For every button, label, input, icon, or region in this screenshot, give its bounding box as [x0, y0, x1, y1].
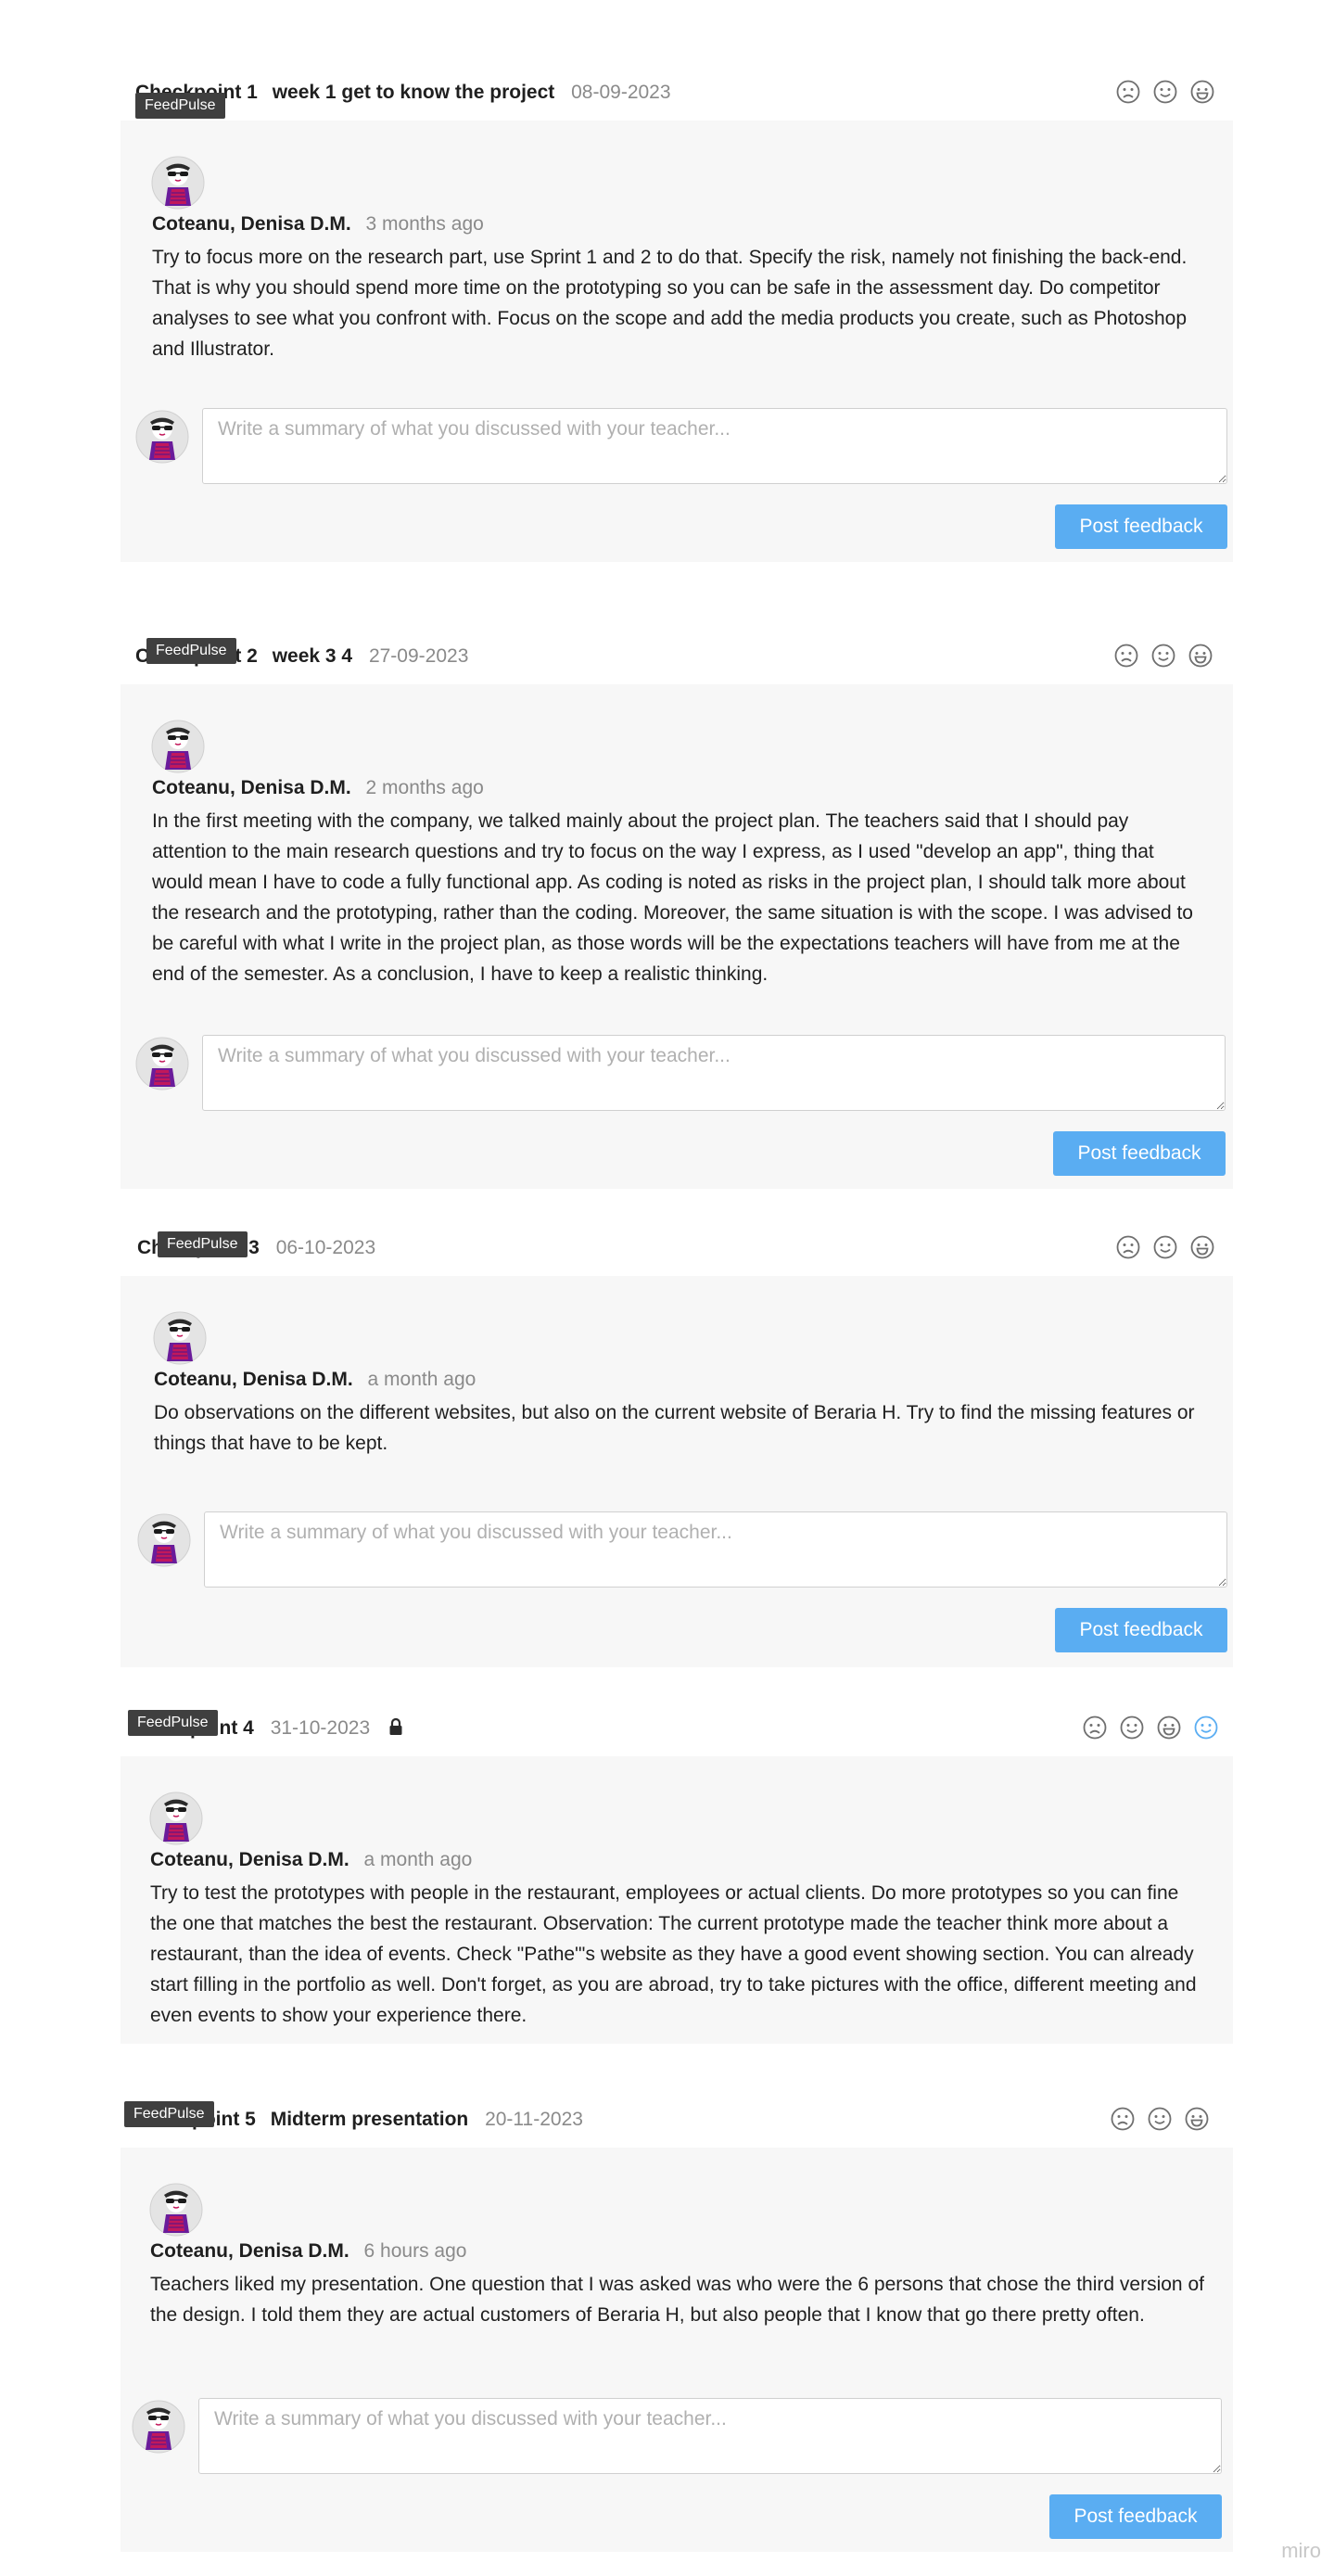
student-avatar-icon [137, 1513, 191, 1567]
checkpoint-date: 31-10-2023 [270, 1717, 371, 1739]
feedback-author: Coteanu, Denisa D.M. 6 hours ago [150, 2240, 466, 2263]
smile-face-icon[interactable] [1151, 644, 1175, 668]
checkpoint-date: 20-11-2023 [485, 2109, 583, 2130]
checkpoint-week: week 1 get to know the project [272, 82, 555, 103]
smile-face-icon[interactable] [1153, 80, 1177, 104]
feedback-text: Teachers liked my presentation. One ques… [150, 2274, 1204, 2326]
smile-face-icon[interactable] [1148, 2107, 1172, 2131]
frown-face-icon[interactable] [1111, 2107, 1135, 2131]
feedpulse-badge: FeedPulse [158, 1231, 248, 1257]
author-name: Coteanu, Denisa D.M. [154, 1369, 353, 1390]
frown-face-icon[interactable] [1083, 1715, 1107, 1740]
student-avatar-icon [132, 2400, 185, 2454]
checkpoint-week: Midterm presentation [270, 2109, 469, 2130]
checkpoint-date: 08-09-2023 [571, 82, 671, 103]
miro-watermark: miro [1281, 2539, 1321, 2562]
selected-smile-face-icon[interactable] [1194, 1715, 1218, 1740]
feedback-time: a month ago [363, 1849, 473, 1870]
feedpulse-badge: FeedPulse [124, 2101, 214, 2127]
feedpulse-badge: FeedPulse [135, 93, 225, 119]
feedback-author: Coteanu, Denisa D.M. a month ago [150, 1849, 472, 1871]
frown-face-icon[interactable] [1116, 1235, 1140, 1259]
grin-face-icon[interactable] [1185, 2107, 1209, 2131]
author-name: Coteanu, Denisa D.M. [152, 213, 351, 235]
lock-icon [389, 1717, 402, 1735]
feedback-card: Coteanu, Denisa D.M. a month ago Do obse… [121, 1276, 1233, 1667]
feedback-time: 2 months ago [365, 777, 484, 798]
post-feedback-button[interactable]: Post feedback [1049, 2494, 1222, 2539]
grin-face-icon[interactable] [1190, 1235, 1214, 1259]
rating-faces [1114, 644, 1213, 668]
checkpoint-section-4: Checkpoint 4 31-10-2023 FeedPulse Cotean… [121, 1701, 1233, 2044]
summary-input[interactable] [204, 1511, 1227, 1588]
checkpoint-date: 27-09-2023 [368, 645, 469, 667]
grin-face-icon[interactable] [1190, 80, 1214, 104]
checkpoint-section-3: Checkpoint 3 06-10-2023 FeedPulse Cotean… [121, 1220, 1233, 1667]
teacher-avatar-icon [153, 1311, 207, 1365]
feedback-author: Coteanu, Denisa D.M. 2 months ago [152, 777, 484, 799]
feedback-card: Coteanu, Denisa D.M. 3 months ago Try to… [121, 121, 1233, 562]
checkpoint-date: 06-10-2023 [275, 1237, 376, 1258]
teacher-avatar-icon [149, 2183, 203, 2237]
checkpoint-section-1: Checkpoint 1 week 1 get to know the proj… [121, 65, 1233, 562]
post-feedback-button[interactable]: Post feedback [1055, 1608, 1227, 1652]
grin-face-icon[interactable] [1157, 1715, 1181, 1740]
rating-faces [1083, 1715, 1218, 1740]
checkpoint-section-2: Checkpoint 2 week 3 4 27-09-2023 FeedPul… [121, 629, 1233, 1189]
feedback-text: In the first meeting with the company, w… [152, 810, 1193, 985]
frown-face-icon[interactable] [1116, 80, 1140, 104]
feedback-time: 3 months ago [365, 213, 484, 235]
author-name: Coteanu, Denisa D.M. [150, 1849, 349, 1870]
feedback-card: Coteanu, Denisa D.M. 6 hours ago Teacher… [121, 2148, 1233, 2552]
feedback-card: Coteanu, Denisa D.M. 2 months ago In the… [121, 684, 1233, 1189]
author-name: Coteanu, Denisa D.M. [150, 2240, 349, 2262]
student-avatar-icon [135, 1037, 189, 1090]
post-feedback-button[interactable]: Post feedback [1053, 1131, 1226, 1176]
rating-faces [1116, 80, 1214, 104]
checkpoint-section-5: Checkpoint 5 Midterm presentation 20-11-… [121, 2092, 1233, 2552]
feedback-text: Do observations on the different website… [154, 1402, 1195, 1454]
feedpulse-badge: FeedPulse [128, 1710, 218, 1736]
teacher-avatar-icon [149, 1792, 203, 1845]
post-feedback-button[interactable]: Post feedback [1055, 504, 1227, 549]
author-name: Coteanu, Denisa D.M. [152, 777, 351, 798]
student-avatar-icon [135, 410, 189, 464]
summary-input[interactable] [202, 408, 1227, 484]
rating-faces [1111, 2107, 1209, 2131]
grin-face-icon[interactable] [1188, 644, 1213, 668]
frown-face-icon[interactable] [1114, 644, 1138, 668]
feedpulse-badge: FeedPulse [146, 638, 236, 664]
feedback-text: Try to test the prototypes with people i… [150, 1882, 1197, 2026]
teacher-avatar-icon [151, 156, 205, 210]
teacher-avatar-icon [151, 720, 205, 773]
checkpoint-week: week 3 4 [272, 645, 353, 667]
feedback-author: Coteanu, Denisa D.M. a month ago [154, 1369, 476, 1391]
feedback-time: 6 hours ago [363, 2240, 467, 2262]
feedback-time: a month ago [367, 1369, 476, 1390]
feedback-card: Coteanu, Denisa D.M. a month ago Try to … [121, 1756, 1233, 2044]
rating-faces [1116, 1235, 1214, 1259]
feedback-author: Coteanu, Denisa D.M. 3 months ago [152, 213, 484, 236]
feedback-text: Try to focus more on the research part, … [152, 247, 1188, 360]
smile-face-icon[interactable] [1120, 1715, 1144, 1740]
summary-input[interactable] [202, 1035, 1226, 1111]
summary-input[interactable] [198, 2398, 1222, 2474]
smile-face-icon[interactable] [1153, 1235, 1177, 1259]
